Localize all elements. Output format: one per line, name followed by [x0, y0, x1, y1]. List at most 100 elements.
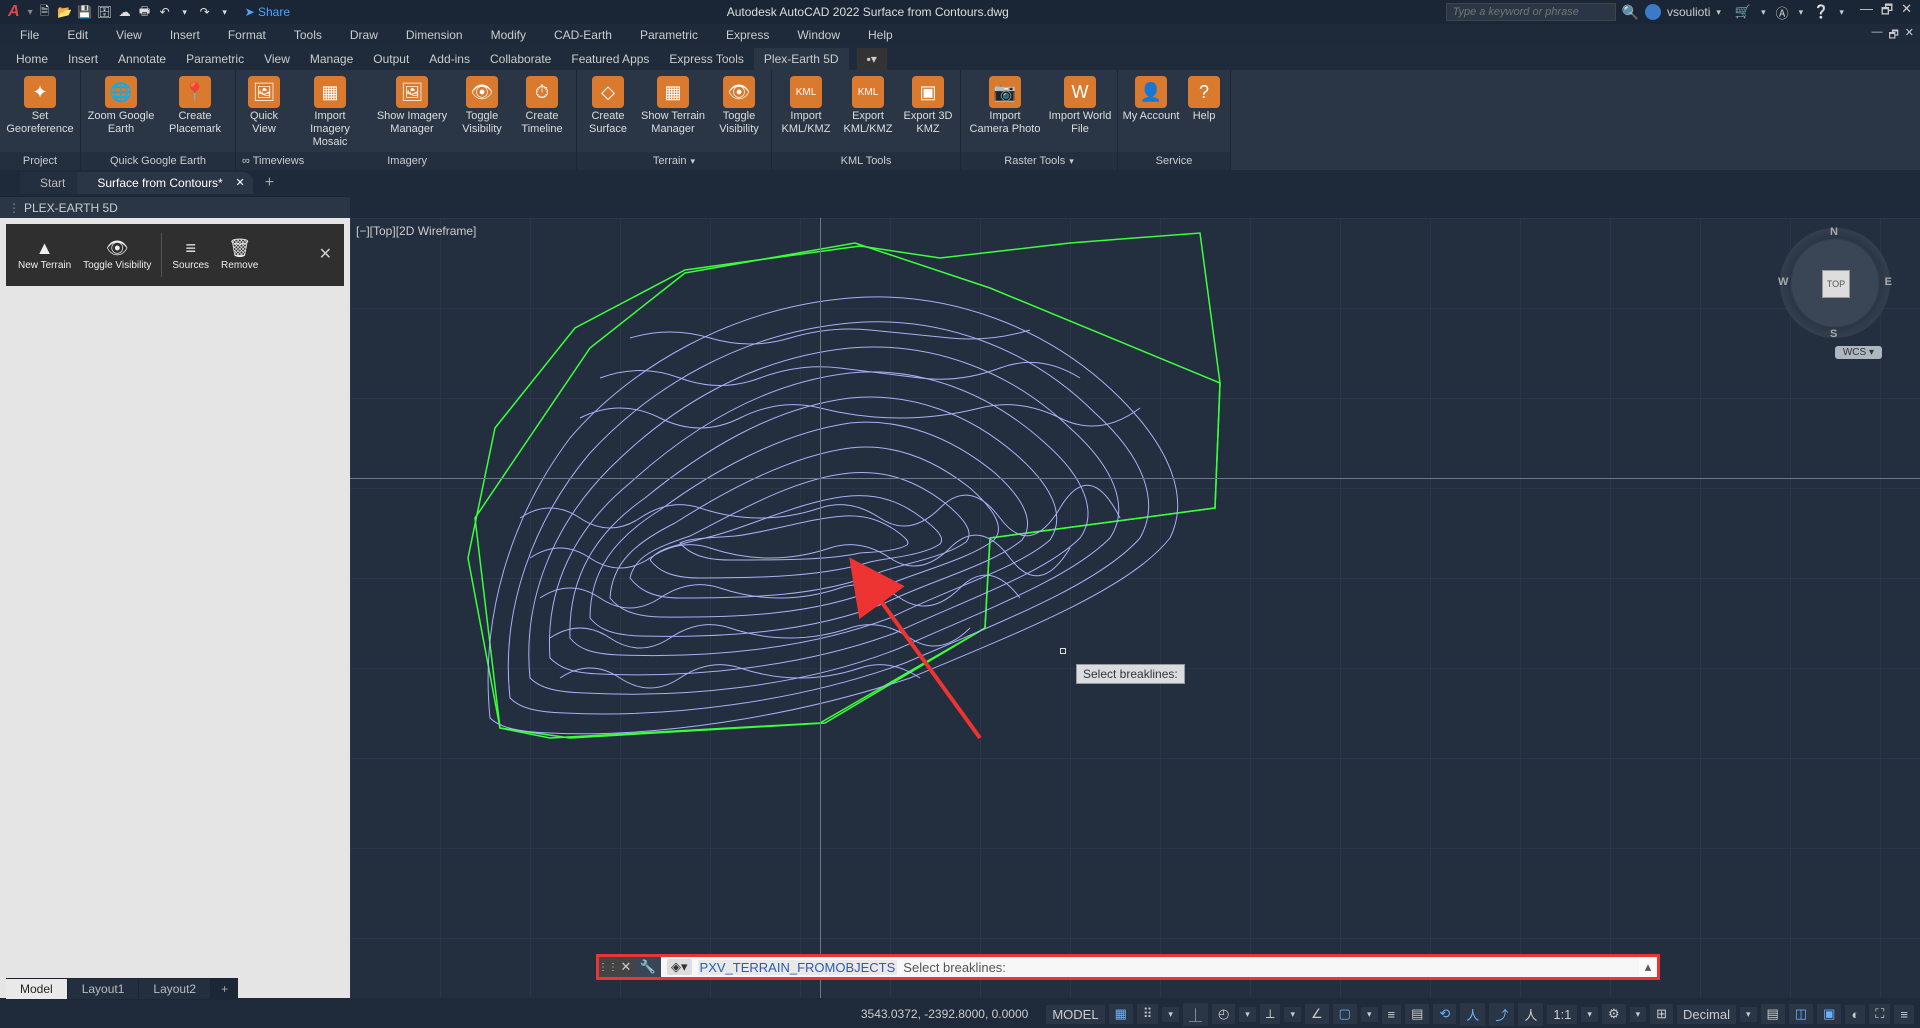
- zoom-google-earth-button[interactable]: 🌐Zoom Google Earth: [85, 74, 157, 136]
- tab-manage[interactable]: Manage: [300, 48, 363, 70]
- exchange-icon[interactable]: 🛒: [1735, 4, 1751, 20]
- export-3dkmz-button[interactable]: ▣Export 3D KMZ: [900, 74, 956, 136]
- tab-parametric[interactable]: Parametric: [176, 48, 254, 70]
- menu-express[interactable]: Express: [716, 26, 779, 44]
- tab-output[interactable]: Output: [363, 48, 419, 70]
- import-kml-button[interactable]: KMLImport KML/KMZ: [776, 74, 836, 136]
- file-tab-start[interactable]: Start: [20, 172, 85, 194]
- command-line[interactable]: ⋮⋮ ✕ 🔧 ◈▾ PXV_TERRAIN_FROMOBJECTS Select…: [596, 954, 1660, 980]
- viewcube-north[interactable]: N: [1830, 226, 1838, 238]
- palette-close-icon[interactable]: ✕: [319, 244, 332, 264]
- search-input[interactable]: [1446, 3, 1616, 21]
- redo-icon[interactable]: ↷: [197, 4, 213, 20]
- import-imagery-mosaic-button[interactable]: ▦Import Imagery Mosaic: [290, 74, 370, 150]
- user-dropdown-icon[interactable]: ▾: [1716, 7, 1721, 18]
- tab-collaborate[interactable]: Collaborate: [480, 48, 561, 70]
- file-tab-close-icon[interactable]: ✕: [236, 176, 245, 189]
- menu-modify[interactable]: Modify: [481, 26, 536, 44]
- menu-parametric[interactable]: Parametric: [630, 26, 708, 44]
- status-units-dropdown-icon[interactable]: ▾: [1740, 1007, 1757, 1022]
- status-scale-dropdown-icon[interactable]: ▾: [1581, 1007, 1598, 1022]
- cmd-history-icon[interactable]: ▴: [1639, 959, 1657, 975]
- status-isodraft-icon[interactable]: ⟂: [1260, 1004, 1281, 1024]
- menu-edit[interactable]: Edit: [57, 26, 98, 44]
- status-annomonitor-icon[interactable]: 人: [1518, 1003, 1543, 1026]
- tab-plexearth[interactable]: Plex-Earth 5D: [754, 48, 849, 70]
- close-button[interactable]: ✕: [1901, 1, 1912, 23]
- file-tab-add-button[interactable]: +: [257, 172, 282, 194]
- export-kml-button[interactable]: KMLExport KML/KMZ: [838, 74, 898, 136]
- menu-help[interactable]: Help: [858, 26, 903, 44]
- layout-layout2[interactable]: Layout2: [139, 979, 211, 999]
- status-dynucs-icon[interactable]: ⤴: [1489, 1003, 1514, 1026]
- create-timeline-button[interactable]: ⏱Create Timeline: [512, 74, 572, 136]
- command-input[interactable]: ◈▾ PXV_TERRAIN_FROMOBJECTS Select breakl…: [661, 957, 1639, 977]
- help-dropdown-icon[interactable]: ▾: [1839, 7, 1844, 18]
- status-hwa-icon[interactable]: ◐: [1845, 1005, 1865, 1024]
- layout-model[interactable]: Model: [6, 979, 68, 999]
- save-icon[interactable]: 💾: [77, 4, 93, 20]
- status-units[interactable]: Decimal: [1677, 1005, 1736, 1024]
- menu-dimension[interactable]: Dimension: [396, 26, 473, 44]
- search-icon[interactable]: 🔍: [1622, 4, 1639, 21]
- status-transparency-icon[interactable]: ▤: [1405, 1004, 1429, 1024]
- viewcube[interactable]: N S E W TOP: [1780, 228, 1890, 338]
- cmd-drag-handle-icon[interactable]: ⋮⋮: [599, 957, 617, 977]
- viewcube-face[interactable]: TOP: [1822, 270, 1850, 298]
- tab-view[interactable]: View: [254, 48, 300, 70]
- status-polar-dropdown-icon[interactable]: ▾: [1239, 1007, 1256, 1022]
- status-lockui-icon[interactable]: ◫: [1789, 1004, 1813, 1024]
- autodesk-dropdown-icon[interactable]: ▾: [1799, 7, 1804, 18]
- status-2dosnap-icon[interactable]: ▢: [1333, 1004, 1357, 1024]
- import-camera-photo-button[interactable]: 📷Import Camera Photo: [965, 74, 1045, 136]
- status-gear-icon[interactable]: ⚙: [1602, 1004, 1626, 1024]
- tab-expresstools[interactable]: Express Tools: [659, 48, 753, 70]
- cmd-close-icon[interactable]: ✕: [617, 957, 635, 977]
- sources-button[interactable]: ≡Sources: [166, 239, 215, 272]
- tab-addins[interactable]: Add-ins: [419, 48, 480, 70]
- open-icon[interactable]: 📂: [57, 4, 73, 20]
- redo-dropdown-icon[interactable]: ▾: [217, 4, 233, 20]
- panel-title-raster[interactable]: Raster Tools▾: [961, 152, 1117, 170]
- layout-add-button[interactable]: +: [211, 979, 238, 999]
- wcs-badge[interactable]: WCS ▾: [1835, 346, 1882, 359]
- tab-featured[interactable]: Featured Apps: [561, 48, 659, 70]
- toggle-imagery-visibility-button[interactable]: 👁Toggle Visibility: [454, 74, 510, 136]
- status-cleanscreen-icon[interactable]: ⛶: [1869, 1004, 1890, 1024]
- ribbon-collapse-icon[interactable]: ▪▾: [857, 48, 887, 70]
- set-georeference-button[interactable]: ✦ Set Georeference: [4, 74, 76, 136]
- quick-view-button[interactable]: 🖼Quick View: [240, 74, 288, 136]
- web-icon[interactable]: ☁: [117, 4, 133, 20]
- status-qprops-icon[interactable]: ⊞: [1650, 1004, 1673, 1024]
- show-terrain-manager-button[interactable]: ▦Show Terrain Manager: [637, 74, 709, 136]
- user-account[interactable]: vsoulioti ▾: [1639, 4, 1727, 20]
- status-snap-icon[interactable]: ⠿: [1137, 1004, 1159, 1024]
- status-ortho-icon[interactable]: ⏊: [1183, 1003, 1208, 1026]
- menu-insert[interactable]: Insert: [160, 26, 210, 44]
- undo-icon[interactable]: ↶: [157, 4, 173, 20]
- status-isodraft-dropdown-icon[interactable]: ▾: [1284, 1007, 1301, 1022]
- cmd-customize-icon[interactable]: 🔧: [635, 957, 661, 977]
- help-button[interactable]: ?Help: [1182, 74, 1226, 123]
- autodesk-icon[interactable]: Ⓐ: [1776, 3, 1789, 22]
- tab-annotate[interactable]: Annotate: [108, 48, 176, 70]
- status-customize-icon[interactable]: ≡: [1894, 1005, 1914, 1024]
- menu-format[interactable]: Format: [218, 26, 276, 44]
- status-gear-dropdown-icon[interactable]: ▾: [1630, 1007, 1647, 1022]
- show-imagery-manager-button[interactable]: 🖼Show Imagery Manager: [372, 74, 452, 136]
- file-tab-current[interactable]: Surface from Contours* ✕: [77, 172, 252, 194]
- menu-window[interactable]: Window: [787, 26, 850, 44]
- status-polar-icon[interactable]: ◴: [1212, 1004, 1235, 1024]
- doc-minimize-button[interactable]: —: [1871, 26, 1882, 45]
- status-scale[interactable]: 1:1: [1547, 1005, 1577, 1024]
- tab-insert[interactable]: Insert: [58, 48, 108, 70]
- menu-view[interactable]: View: [106, 26, 152, 44]
- create-surface-button[interactable]: ◇Create Surface: [581, 74, 635, 136]
- layout-layout1[interactable]: Layout1: [68, 979, 140, 999]
- menu-cadearth[interactable]: CAD-Earth: [544, 26, 622, 44]
- minimize-button[interactable]: —: [1860, 1, 1873, 23]
- exchange-dropdown-icon[interactable]: ▾: [1761, 7, 1766, 18]
- status-lwt-icon[interactable]: ≡: [1382, 1005, 1402, 1024]
- status-coords[interactable]: 3543.0372, -2392.8000, 0.0000: [853, 1007, 1036, 1021]
- status-2dosnap-dropdown-icon[interactable]: ▾: [1361, 1007, 1378, 1022]
